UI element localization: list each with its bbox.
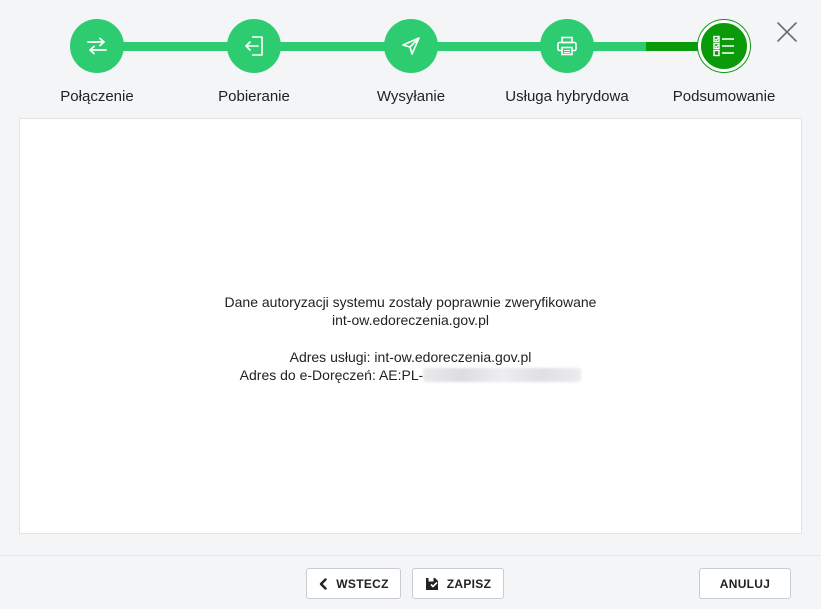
step-connection[interactable] (70, 19, 124, 73)
redacted-address (423, 368, 582, 382)
checklist-icon (713, 35, 734, 57)
close-button[interactable] (775, 20, 799, 44)
step-label-sending: Wysyłanie (376, 88, 446, 105)
back-button-label: WSTECZ (336, 576, 389, 591)
step-download[interactable] (227, 19, 281, 73)
step-label-connection: Połączenie (60, 88, 134, 105)
cancel-button[interactable]: ANULUJ (699, 568, 791, 599)
transfer-arrows-icon (87, 37, 107, 55)
printer-icon (557, 36, 577, 56)
sign-in-icon (245, 36, 263, 56)
close-icon (777, 22, 797, 42)
verified-host: int-ow.edoreczenia.gov.pl (332, 312, 489, 328)
step-sending[interactable] (384, 19, 438, 73)
back-button[interactable]: WSTECZ (306, 568, 401, 599)
send-plane-icon (402, 37, 420, 55)
step-summary[interactable] (698, 20, 750, 72)
step-label-summary: Podsumowanie (672, 88, 776, 105)
save-button-label: ZAPISZ (446, 576, 492, 591)
edelivery-address: Adres do e-Doręczeń: AE:PL- (20, 366, 801, 384)
edelivery-address-text: Adres do e-Doręczeń: AE:PL- (239, 367, 424, 383)
save-icon (425, 577, 438, 590)
wizard-stepper: Połączenie Pobieranie Wysyłanie Usługa h… (0, 0, 821, 116)
footer-divider (0, 555, 821, 556)
chevron-left-icon (320, 577, 327, 590)
save-button[interactable]: ZAPISZ (412, 568, 504, 599)
service-address: Adres usługi: int-ow.edoreczenia.gov.pl (289, 349, 532, 365)
verification-message: Dane autoryzacji systemu zostały poprawn… (224, 294, 597, 310)
wizard-dialog: Połączenie Pobieranie Wysyłanie Usługa h… (0, 0, 821, 609)
step-label-download: Pobieranie (218, 88, 290, 105)
cancel-button-label: ANULUJ (719, 576, 771, 591)
summary-panel: Dane autoryzacji systemu zostały poprawn… (19, 118, 802, 534)
step-label-hybrid-service: Usługa hybrydowa (505, 88, 629, 105)
step-hybrid-service[interactable] (540, 19, 594, 73)
